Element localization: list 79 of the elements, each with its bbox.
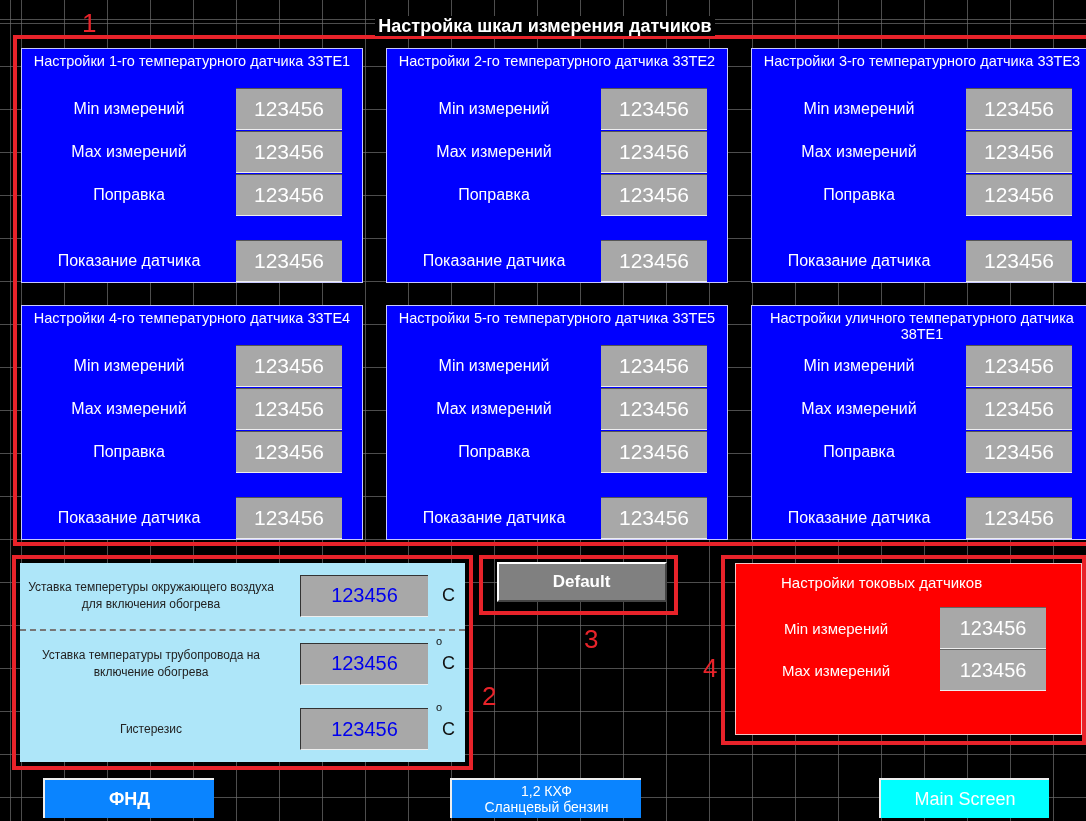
- field-label: Max измерений: [800, 400, 918, 418]
- field-label: Max измерений: [435, 400, 553, 418]
- value-field[interactable]: 123456: [966, 88, 1072, 130]
- unit-label: C: [442, 718, 455, 740]
- field-label: Показание датчика: [421, 509, 567, 527]
- value-field[interactable]: 123456: [966, 240, 1072, 282]
- annotation-number: 2: [482, 683, 497, 709]
- field-label: Показание датчика: [56, 252, 202, 270]
- value-field[interactable]: 123456: [601, 431, 707, 473]
- value-field[interactable]: 123456: [236, 497, 342, 539]
- panel-title: Настройки 1-го температурного датчика 33TE1: [32, 52, 352, 71]
- screen-title: Настройка шкал измерения датчиков: [375, 16, 715, 36]
- field-label: Поправка: [822, 186, 896, 204]
- value-field[interactable]: 123456: [300, 708, 428, 751]
- field-label: Показание датчика: [56, 509, 202, 527]
- unit-label: C: [442, 653, 455, 674]
- value-field[interactable]: 123456: [601, 240, 707, 282]
- value-field[interactable]: 123456: [966, 131, 1072, 173]
- value-field[interactable]: 123456: [236, 388, 342, 430]
- field-label: Уставка темпeратуры трубопровода на включение обогрева: [41, 646, 261, 681]
- value-field[interactable]: 123456: [601, 131, 707, 173]
- value-field[interactable]: 123456: [236, 174, 342, 216]
- value-field[interactable]: 123456: [966, 388, 1072, 430]
- nav-button[interactable]: ФНД: [43, 778, 214, 818]
- field-label: Min измерений: [437, 357, 551, 375]
- field-label: Поправка: [457, 443, 531, 461]
- field-label: Max измерений: [780, 661, 892, 679]
- annotation-number: 4: [703, 655, 718, 681]
- value-field[interactable]: 123456: [236, 431, 342, 473]
- default-button[interactable]: Default: [496, 562, 667, 602]
- field-label: Max измерений: [435, 143, 553, 161]
- panel-title: Настройки токовых датчиков: [780, 574, 984, 593]
- field-label: Гистерезис: [119, 720, 183, 738]
- value-field[interactable]: 123456: [966, 431, 1072, 473]
- value-field[interactable]: 123456: [940, 649, 1047, 691]
- value-field[interactable]: 123456: [966, 497, 1072, 539]
- annotation-number: 3: [584, 626, 599, 652]
- field-label: Min измерений: [802, 100, 916, 118]
- field-label: Max измерений: [70, 143, 188, 161]
- field-label: Min измерений: [802, 357, 916, 375]
- field-label: Поправка: [457, 186, 531, 204]
- nav-button[interactable]: Main Screen: [879, 778, 1049, 818]
- field-label: Max измерений: [70, 400, 188, 418]
- value-field[interactable]: 123456: [940, 607, 1047, 649]
- panel-title: Настройки 4-го температурного датчика 33TE4: [32, 309, 352, 328]
- field-label: Уставка темпeретуры окружающего воздуха для включения обогрева: [27, 578, 275, 613]
- field-label: Min измерений: [437, 100, 551, 118]
- value-field[interactable]: 123456: [966, 174, 1072, 216]
- nav-button[interactable]: 1,2 КХФ Сланцевый бензин: [450, 778, 641, 818]
- panel-title: Настройки 3-го температурного датчика 33TE3: [762, 52, 1082, 71]
- field-label: Поправка: [92, 186, 166, 204]
- field-label: Max измерений: [800, 143, 918, 161]
- value-field[interactable]: 123456: [601, 388, 707, 430]
- field-label: Показание датчика: [786, 252, 932, 270]
- value-field[interactable]: 123456: [236, 131, 342, 173]
- value-field[interactable]: 123456: [601, 88, 707, 130]
- value-field[interactable]: 123456: [966, 345, 1072, 387]
- field-label: Min измерений: [72, 100, 186, 118]
- field-label: Min измерений: [783, 619, 889, 637]
- degree-sign: o: [436, 635, 443, 647]
- value-field[interactable]: 123456: [236, 345, 342, 387]
- value-field[interactable]: 123456: [601, 497, 707, 539]
- unit-label: C: [442, 585, 455, 607]
- value-field[interactable]: 123456: [236, 240, 342, 282]
- panel-title: Настройки 2-го температурного датчика 33TE2: [397, 52, 717, 71]
- value-field[interactable]: 123456: [300, 574, 428, 617]
- field-label: Показание датчика: [786, 509, 932, 527]
- value-field[interactable]: 123456: [236, 88, 342, 130]
- value-field[interactable]: 123456: [601, 174, 707, 216]
- value-field[interactable]: 123456: [601, 345, 707, 387]
- field-label: Показание датчика: [421, 252, 567, 270]
- panel-title: Настройки уличного температурного датчика 38TE1: [769, 309, 1075, 344]
- field-label: Min измерений: [72, 357, 186, 375]
- field-label: Поправка: [822, 443, 896, 461]
- degree-sign: o: [436, 700, 443, 713]
- field-label: Поправка: [92, 443, 166, 461]
- annotation-number: 1: [82, 10, 97, 36]
- panel-title: Настройки 5-го температурного датчика 33TE5: [397, 309, 717, 328]
- value-field[interactable]: 123456: [300, 642, 428, 685]
